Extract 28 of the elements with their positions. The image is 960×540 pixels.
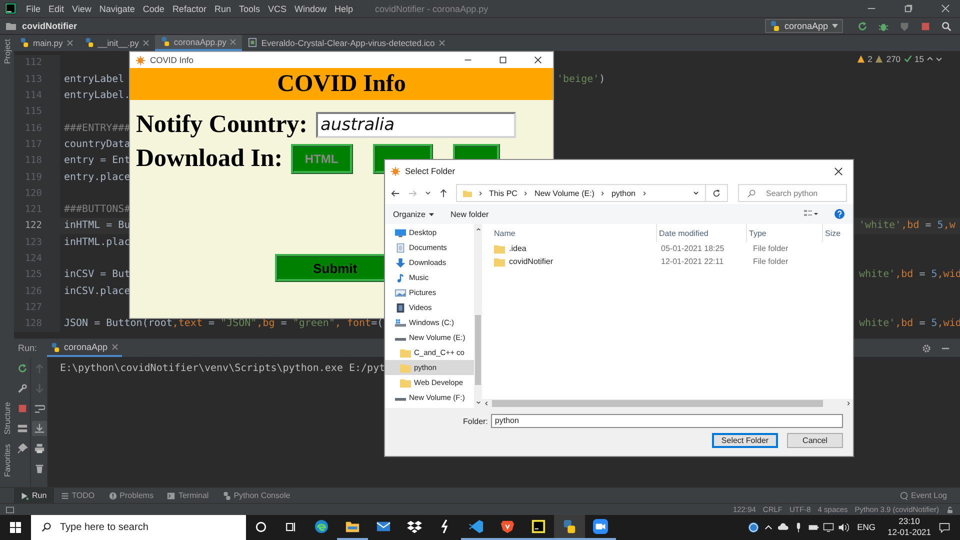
app-heading: COVID Info	[277, 70, 406, 98]
code-text: ###ENTRY###	[64, 122, 130, 134]
type-cell-text: File folder	[752, 244, 790, 253]
run-panel-label: Run:	[18, 343, 38, 354]
date-cell-text: 05-01-2021 18:25	[660, 244, 726, 253]
code-text: white',bd = 5,wid	[859, 269, 960, 280]
type-cell-text: File folder	[752, 257, 790, 266]
code-text: white',bd = 5,wid	[859, 318, 960, 330]
code-text: ###BUTTONS#	[64, 204, 130, 216]
code-text: entryLabel.	[64, 90, 130, 102]
code-text: inHTML.plac	[64, 236, 130, 248]
code-text: entry.place	[64, 172, 130, 183]
code-text: 'white',bd = 5,w	[859, 220, 956, 232]
code-text: 'beige')	[557, 74, 606, 85]
window-title: covidNotifier - coronaApp.py	[375, 4, 488, 14]
download-label: Download In:	[136, 145, 283, 173]
dialog-title: Select Folder	[405, 166, 456, 176]
code-text: inCSV.place	[64, 286, 130, 297]
country-label: Notify Country:	[136, 111, 308, 139]
code-text: entry = Ent	[64, 155, 130, 166]
console-output: E:\python\covidNotifier\venv\Scripts\python.exe E:/pyt	[59, 362, 386, 376]
code-text: inCSV = But	[64, 269, 130, 280]
code-text: countryData	[64, 138, 130, 150]
folder-label: Folder:	[463, 416, 488, 426]
code-text: entryLabel	[64, 74, 124, 85]
date-cell-text: 12-01-2021 22:11	[660, 257, 725, 266]
window-title: COVID Info	[150, 55, 194, 65]
code-text: JSON = Button(root,text = "JSON",bg = "green", font=(	[64, 318, 384, 330]
